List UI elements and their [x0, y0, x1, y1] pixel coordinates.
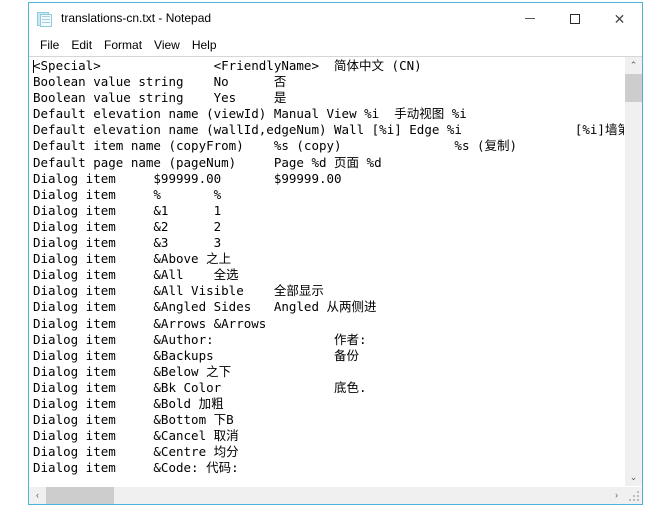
text-line: Boolean value string No 否: [33, 74, 287, 90]
screen: translations-cn.txt - Notepad ✕ File Edi…: [0, 0, 645, 507]
notepad-window: translations-cn.txt - Notepad ✕ File Edi…: [28, 2, 643, 505]
minimize-icon: [524, 18, 535, 19]
scroll-left-icon[interactable]: ‹: [29, 487, 46, 504]
text-line: Dialog item &Above 之上: [33, 251, 232, 267]
horizontal-scrollbar-thumb[interactable]: [46, 487, 114, 504]
resize-grip-icon[interactable]: [625, 487, 642, 504]
text-line: Dialog item &Below 之下: [33, 363, 232, 379]
text-line: Default elevation name (wallId,edgeNum) …: [33, 122, 624, 138]
close-button[interactable]: ✕: [597, 3, 642, 34]
text-line: Dialog item &Bold 加粗: [33, 395, 224, 411]
scroll-down-icon[interactable]: ⌄: [625, 469, 642, 486]
text-line: Dialog item &Centre 均分: [33, 444, 239, 460]
text-line: Dialog item &Angled Sides Angled 从两侧进: [33, 299, 377, 315]
text-editor[interactable]: <Special> <FriendlyName> 简体中文 (CN) Boolea…: [29, 57, 624, 486]
text-line: Dialog item &Arrows &Arrows: [33, 315, 267, 331]
menu-item-help[interactable]: Help: [186, 36, 223, 54]
text-line: Default item name (copyFrom) %s (copy) %…: [33, 138, 518, 154]
menu-item-edit[interactable]: Edit: [65, 36, 98, 54]
text-line: <Special> <FriendlyName> 简体中文 (CN): [33, 58, 422, 73]
scroll-right-icon[interactable]: ›: [608, 487, 625, 504]
text-line: Dialog item &Backups 备份: [33, 347, 360, 363]
text-line: Dialog item &Code: 代码:: [33, 460, 239, 476]
vertical-scrollbar[interactable]: ⌃ ⌄: [624, 57, 642, 486]
close-icon: ✕: [613, 10, 626, 27]
maximize-icon: [569, 13, 580, 24]
minimize-button[interactable]: [507, 3, 552, 34]
text-line: Dialog item &3 3: [33, 235, 222, 251]
text-line: Dialog item &2 2: [33, 218, 222, 234]
text-line: Dialog item % %: [33, 186, 222, 202]
text-line: Dialog item &Cancel 取消: [33, 428, 239, 444]
menu-item-file[interactable]: File: [34, 36, 65, 54]
text-line: Dialog item &Bk Color 底色.: [33, 379, 367, 395]
window-title: translations-cn.txt - Notepad: [61, 11, 212, 25]
text-line: Dialog item &Bottom 下B: [33, 412, 234, 428]
notepad-icon: [37, 11, 53, 27]
text-caret: [33, 60, 34, 73]
menu-item-format[interactable]: Format: [98, 36, 148, 54]
text-line: Dialog item $99999.00 $99999.00: [33, 170, 342, 186]
text-line: Dialog item &1 1: [33, 202, 222, 218]
editor-area: <Special> <FriendlyName> 简体中文 (CN) Boolea…: [29, 56, 642, 504]
title-bar[interactable]: translations-cn.txt - Notepad ✕: [29, 3, 642, 34]
text-line: Dialog item &All 全选: [33, 267, 239, 283]
menu-bar: File Edit Format View Help: [29, 34, 642, 56]
text-line: Boolean value string Yes 是: [33, 90, 287, 106]
text-line: Default elevation name (viewId) Manual V…: [33, 106, 467, 122]
scroll-up-icon[interactable]: ⌃: [625, 57, 642, 74]
vertical-scrollbar-thumb[interactable]: [625, 74, 642, 102]
menu-item-view[interactable]: View: [148, 36, 186, 54]
text-line: Default page name (pageNum) Page %d 页面 %…: [33, 154, 382, 170]
window-controls: ✕: [507, 3, 642, 34]
text-line: Dialog item &All Visible 全部显示: [33, 283, 324, 299]
text-line: Dialog item &Author: 作者:: [33, 331, 367, 347]
horizontal-scrollbar[interactable]: ‹ ›: [29, 486, 642, 504]
maximize-button[interactable]: [552, 3, 597, 34]
editor-row: <Special> <FriendlyName> 简体中文 (CN) Boolea…: [29, 56, 642, 486]
